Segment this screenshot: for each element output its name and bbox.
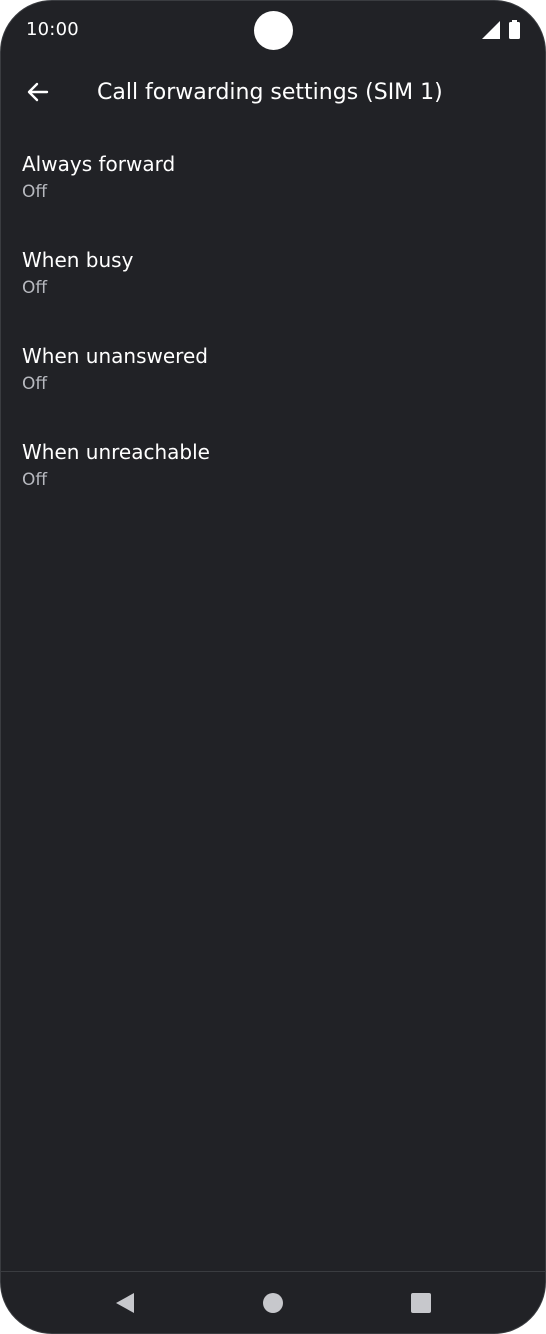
app-bar: Call forwarding settings (SIM 1) — [1, 61, 545, 127]
setting-when-unanswered[interactable]: When unanswered Off — [1, 321, 545, 417]
setting-title: When unanswered — [22, 344, 208, 368]
navigation-bar — [1, 1271, 545, 1333]
battery-icon — [509, 20, 520, 39]
nav-home-icon[interactable] — [263, 1293, 283, 1313]
camera-cutout — [254, 11, 293, 50]
setting-summary: Off — [22, 374, 48, 394]
arrow-back-icon — [27, 82, 49, 102]
setting-always-forward[interactable]: Always forward Off — [1, 129, 545, 225]
signal-icon — [482, 21, 500, 39]
setting-title: When unreachable — [22, 440, 210, 464]
setting-summary: Off — [22, 182, 48, 202]
setting-summary: Off — [22, 470, 48, 490]
nav-recents-icon[interactable] — [411, 1293, 431, 1313]
status-bar: 10:00 — [1, 1, 545, 61]
phone-screen: 10:00 Call forwarding settings (SIM 1) A… — [0, 0, 546, 1334]
setting-title: Always forward — [22, 152, 176, 176]
nav-back-icon[interactable] — [114, 1292, 136, 1314]
setting-title: When busy — [22, 248, 134, 272]
setting-when-unreachable[interactable]: When unreachable Off — [1, 417, 545, 513]
page-title: Call forwarding settings (SIM 1) — [97, 80, 443, 105]
setting-when-busy[interactable]: When busy Off — [1, 225, 545, 321]
settings-list: Always forward Off When busy Off When un… — [1, 129, 545, 513]
back-button[interactable] — [15, 69, 61, 115]
setting-summary: Off — [22, 278, 48, 298]
status-time: 10:00 — [26, 19, 79, 40]
